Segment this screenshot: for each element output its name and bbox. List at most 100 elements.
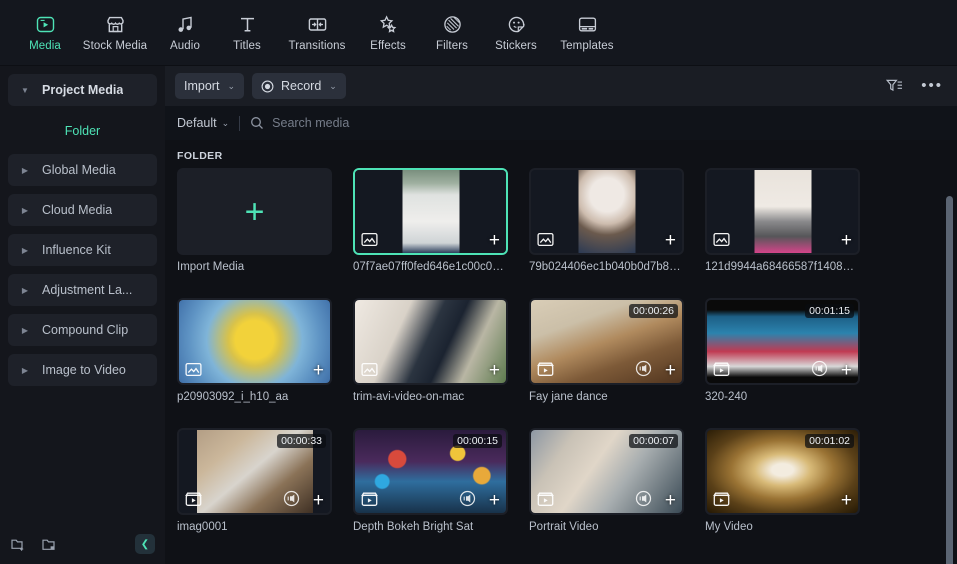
add-to-timeline-button[interactable]: + xyxy=(489,491,500,510)
media-tile[interactable]: 00:01:02 + My Video xyxy=(705,428,860,533)
sidebar-folder-tab[interactable]: Folder xyxy=(0,114,165,148)
effects-icon xyxy=(378,13,399,35)
import-button[interactable]: Import ⌄ xyxy=(175,73,244,99)
media-tile[interactable]: 00:00:15 + Depth Bokeh Bright Sat xyxy=(353,428,508,533)
chevron-down-icon: ▼ xyxy=(21,85,29,95)
add-to-timeline-button[interactable]: + xyxy=(489,361,500,380)
media-tile[interactable]: 00:01:15 + 320-240 xyxy=(705,298,860,403)
add-to-timeline-button[interactable]: + xyxy=(489,231,500,250)
tab-templates[interactable]: Templates xyxy=(548,3,626,63)
thumbnail-image-inner xyxy=(402,170,459,253)
image-badge-icon xyxy=(361,232,378,247)
media-thumbnail[interactable]: + xyxy=(353,168,508,255)
media-caption: imag0001 xyxy=(177,521,228,533)
stickers-icon xyxy=(506,13,527,35)
tab-media[interactable]: Media xyxy=(14,3,76,63)
audio-badge-icon xyxy=(811,360,828,377)
sidebar-item-global-media[interactable]: ▶ Global Media xyxy=(8,154,157,186)
sidebar-item-influence-kit[interactable]: ▶ Influence Kit xyxy=(8,234,157,266)
sidebar-item-adjustment-la[interactable]: ▶ Adjustment La... xyxy=(8,274,157,306)
sidebar-item-cloud-media[interactable]: ▶ Cloud Media xyxy=(8,194,157,226)
stock-media-icon xyxy=(105,13,126,35)
media-tile[interactable]: + p20903092_i_h10_aa xyxy=(177,298,332,403)
tab-effects[interactable]: Effects xyxy=(356,3,420,63)
media-icon xyxy=(35,13,56,35)
media-caption: Portrait Video xyxy=(529,521,599,533)
media-tile[interactable]: 00:00:33 + imag0001 xyxy=(177,428,332,533)
folder-settings-icon[interactable] xyxy=(41,536,58,553)
media-grid-scroll: + Import Media +07f7ae07ff0fed646e1c00c057… xyxy=(165,168,957,564)
add-to-timeline-button[interactable]: + xyxy=(841,361,852,380)
import-media-tile[interactable]: + Import Media xyxy=(177,168,332,273)
media-thumbnail[interactable]: 00:00:07 + xyxy=(529,428,684,515)
media-caption: My Video xyxy=(705,521,753,533)
media-tile[interactable]: 00:00:26 + Fay jane dance xyxy=(529,298,684,403)
add-to-timeline-button[interactable]: + xyxy=(841,231,852,250)
media-thumbnail[interactable]: + xyxy=(529,168,684,255)
app-body: ▼ Project Media Folder ▶ Global Media ▶ Clo… xyxy=(0,66,957,564)
media-thumbnail[interactable]: 00:01:02 + xyxy=(705,428,860,515)
record-button[interactable]: Record ⌄ xyxy=(251,73,346,99)
new-folder-icon[interactable] xyxy=(10,536,27,553)
media-thumbnail[interactable]: + xyxy=(177,298,332,385)
add-to-timeline-button[interactable]: + xyxy=(665,491,676,510)
tab-label: Filters xyxy=(435,40,468,52)
chevron-right-icon: ▶ xyxy=(21,165,29,175)
add-to-timeline-button[interactable]: + xyxy=(841,491,852,510)
image-badge-icon xyxy=(185,362,202,377)
more-options-icon[interactable]: ••• xyxy=(921,78,943,93)
media-tile[interactable]: +79b024406ec1b040b0d7b8de... xyxy=(529,168,684,273)
add-to-timeline-button[interactable]: + xyxy=(313,361,324,380)
sidebar-item-project-media[interactable]: ▼ Project Media xyxy=(8,74,157,106)
tab-stickers[interactable]: Stickers xyxy=(484,3,548,63)
tab-label: Transitions xyxy=(288,40,346,52)
chevron-down-icon: ⌄ xyxy=(329,80,337,91)
audio-icon xyxy=(175,13,196,35)
tab-transitions[interactable]: Transitions xyxy=(278,3,356,63)
tab-titles[interactable]: Titles xyxy=(216,3,278,63)
filter-sort-icon[interactable] xyxy=(886,78,903,94)
tab-label: Effects xyxy=(370,40,406,52)
media-thumbnail[interactable]: + xyxy=(705,168,860,255)
media-caption: p20903092_i_h10_aa xyxy=(177,391,289,403)
sidebar-item-compound-clip[interactable]: ▶ Compound Clip xyxy=(8,314,157,346)
tab-audio[interactable]: Audio xyxy=(154,3,216,63)
add-to-timeline-button[interactable]: + xyxy=(665,231,676,250)
sidebar-item-label: Compound Clip xyxy=(42,323,129,337)
sidebar-item-label: Image to Video xyxy=(42,363,126,377)
view-preset-dropdown[interactable]: Default ⌄ xyxy=(177,116,239,130)
media-caption: 320-240 xyxy=(705,391,748,403)
tab-filters[interactable]: Filters xyxy=(420,3,484,63)
import-label: Import xyxy=(184,79,220,93)
tab-label: Titles xyxy=(233,40,261,52)
video-badge-icon xyxy=(713,491,730,507)
chevron-right-icon: ▶ xyxy=(21,245,29,255)
media-thumbnail[interactable]: 00:00:15 + xyxy=(353,428,508,515)
add-to-timeline-button[interactable]: + xyxy=(313,491,324,510)
media-thumbnail[interactable]: 00:00:26 + xyxy=(529,298,684,385)
tab-label: Stickers xyxy=(495,40,537,52)
media-thumbnail[interactable]: + xyxy=(177,168,332,255)
media-tile[interactable]: 00:00:07 + Portrait Video xyxy=(529,428,684,533)
view-preset-label: Default xyxy=(177,116,217,130)
scrollbar-thumb[interactable] xyxy=(946,196,953,564)
media-thumbnail[interactable]: + xyxy=(353,298,508,385)
media-thumbnail[interactable]: 00:01:15 + xyxy=(705,298,860,385)
filters-icon xyxy=(442,13,463,35)
media-thumbnail[interactable]: 00:00:33 + xyxy=(177,428,332,515)
duration-badge: 00:01:02 xyxy=(805,434,854,448)
tab-stock-media[interactable]: Stock Media xyxy=(76,3,154,63)
search-input[interactable] xyxy=(272,116,943,130)
record-label: Record xyxy=(280,79,322,93)
video-badge-icon xyxy=(361,491,378,507)
chevron-right-icon: ▶ xyxy=(21,205,29,215)
media-scrollbar[interactable] xyxy=(946,196,953,564)
collapse-sidebar-button[interactable]: ❮ xyxy=(135,534,155,554)
media-tile[interactable]: + trim-avi-video-on-mac xyxy=(353,298,508,403)
media-tile[interactable]: +121d9944a68466587f1408607... xyxy=(705,168,860,273)
media-caption: 07f7ae07ff0fed646e1c00c057... xyxy=(353,261,508,273)
tab-label: Stock Media xyxy=(82,40,148,52)
media-tile[interactable]: +07f7ae07ff0fed646e1c00c057... xyxy=(353,168,508,273)
add-to-timeline-button[interactable]: + xyxy=(665,361,676,380)
sidebar-item-image-to-video[interactable]: ▶ Image to Video xyxy=(8,354,157,386)
